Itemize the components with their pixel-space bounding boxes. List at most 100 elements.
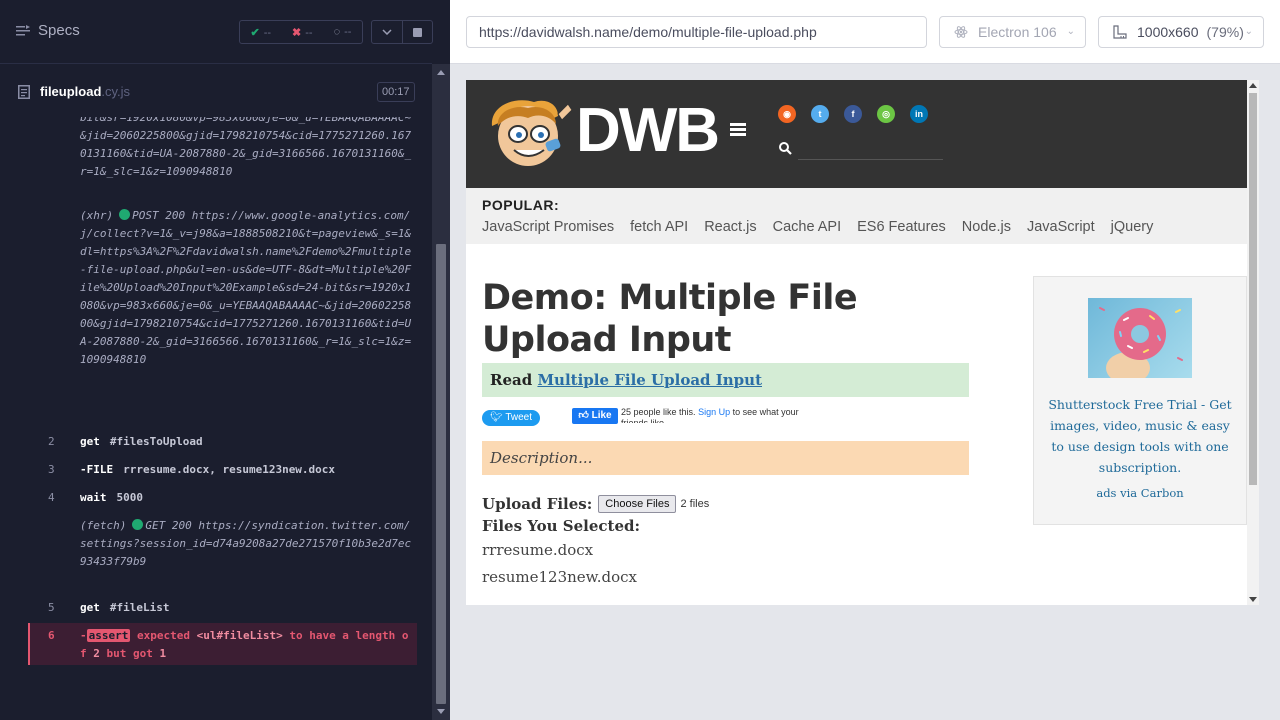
linkedin-icon[interactable]: in [910, 105, 928, 123]
browser-label: Electron 106 [978, 24, 1057, 40]
spec-runnable[interactable]: fileupload.cy.js 00:17 [0, 65, 432, 120]
files-selected-label: Files You Selected: [482, 517, 641, 535]
like-signup-link[interactable]: Sign Up [698, 407, 730, 417]
pending-icon: ◌ [333, 26, 341, 38]
command-number: 4 [48, 491, 55, 504]
passed-stat: ✔ -- [251, 26, 272, 39]
popular-link[interactable]: JavaScript Promises [482, 219, 614, 235]
scroll-down-icon[interactable] [1249, 597, 1257, 602]
github-icon[interactable]: ◎ [877, 105, 895, 123]
command-wait[interactable]: 4 wait 5000 [28, 489, 417, 507]
status-dot-icon [132, 519, 144, 530]
xhr-status: POST 200 [132, 209, 186, 222]
xhr-type: (xhr) [80, 209, 114, 222]
command-method: get #fileList [80, 601, 170, 614]
stop-icon [412, 27, 422, 37]
specs-button[interactable]: Specs [16, 22, 80, 39]
page-scrollbar[interactable] [1247, 80, 1259, 605]
tweet-button[interactable]: 🐦︎ Tweet [482, 410, 540, 426]
search-icon[interactable] [779, 142, 792, 155]
command-number: 2 [48, 435, 55, 448]
spec-name: fileupload.cy.js [40, 84, 130, 99]
reporter-header: Specs ✔ -- ✖ -- ◌ -- [0, 0, 433, 64]
failed-count: -- [305, 26, 313, 39]
expand-button[interactable] [372, 21, 402, 43]
like-label: Like [591, 410, 612, 421]
site-header: DWB ◉ t f ◎ in [466, 80, 1247, 188]
viewport-zoom: (79%) [1206, 24, 1244, 40]
popular-label: POPULAR: [482, 197, 560, 213]
tweet-label: Tweet [505, 412, 532, 423]
ad-image[interactable] [1088, 298, 1192, 378]
logo-caricature-icon[interactable] [484, 96, 576, 170]
command-arg: #filesToUpload [109, 435, 203, 448]
scrollbar-thumb[interactable] [1249, 93, 1257, 485]
command-get-filelist[interactable]: 5 get #fileList [28, 599, 417, 617]
url-bar[interactable]: https://davidwalsh.name/demo/multiple-fi… [466, 16, 927, 48]
scroll-up-icon[interactable] [1249, 83, 1257, 88]
fetch-message: (fetch) GET 200 https://syndication.twitt… [80, 517, 415, 571]
read-article-link[interactable]: Multiple File Upload Input [537, 371, 762, 389]
popular-link[interactable]: jQuery [1111, 219, 1154, 235]
pending-stat: ◌ -- [334, 26, 352, 38]
popular-link[interactable]: Cache API [773, 219, 842, 235]
scrollbar-thumb[interactable] [436, 244, 446, 704]
search-input[interactable] [798, 159, 943, 160]
fetch-url: https://syndication.twitter.com/settings… [80, 519, 412, 568]
facebook-like-button[interactable]: 👍︎ Like [572, 408, 618, 424]
list-item: rrresume.docx [482, 541, 594, 559]
ad-via-link[interactable]: ads via Carbon [1034, 486, 1246, 500]
command-xhr[interactable]: (xhr) POST 200 https://www.google-analyti… [28, 207, 417, 425]
carbon-ad[interactable]: Shutterstock Free Trial - Get images, vi… [1033, 276, 1247, 525]
main-content: Demo: Multiple File Upload Input Read Mu… [482, 277, 969, 591]
command-overflow[interactable]: bit&sr=1920x1080&vp=983x660&je=0&_u=YEBA… [28, 117, 417, 199]
popular-links: JavaScript Promises fetch API React.js C… [482, 219, 1153, 235]
ad-text[interactable]: Shutterstock Free Trial - Get images, vi… [1042, 394, 1238, 478]
command-file[interactable]: 3 -FILE rrresume.docx, resume123new.docx [28, 461, 417, 479]
scroll-up-icon[interactable] [437, 70, 445, 75]
reporter-scrollbar[interactable] [432, 64, 450, 720]
command-fetch[interactable]: (fetch) GET 200 https://syndication.twitt… [28, 517, 417, 591]
xhr-url: https://www.google-analytics.com/j/colle… [80, 209, 412, 366]
rss-icon[interactable]: ◉ [778, 105, 796, 123]
command-method: -FILE rrresume.docx, resume123new.docx [80, 463, 336, 476]
command-method: get #filesToUpload [80, 435, 203, 448]
choose-files-button[interactable]: Choose Files [598, 495, 677, 513]
upload-label: Upload Files: [482, 495, 593, 513]
command-assert-failed[interactable]: 6 - assert expected <ul#fileList> to have… [28, 623, 417, 665]
twitter-icon[interactable]: t [811, 105, 829, 123]
popular-link[interactable]: fetch API [630, 219, 688, 235]
scroll-down-icon[interactable] [437, 709, 445, 714]
popular-link[interactable]: React.js [704, 219, 756, 235]
popular-link[interactable]: JavaScript [1027, 219, 1095, 235]
check-icon: ✔ [250, 26, 260, 39]
spec-filename: fileupload [40, 84, 102, 99]
pending-count: -- [344, 26, 352, 38]
assert-badge: assert [86, 629, 131, 642]
popular-link[interactable]: ES6 Features [857, 219, 946, 235]
thumbs-up-icon: 👍︎ [578, 410, 589, 421]
document-icon [18, 85, 30, 99]
command-get[interactable]: 2 get #filesToUpload [28, 433, 417, 451]
electron-icon [954, 26, 968, 38]
command-number: 3 [48, 463, 55, 476]
facebook-icon[interactable]: f [844, 105, 862, 123]
upload-row: Upload Files: Choose Files 2 files [482, 495, 969, 513]
site-logo-text[interactable]: DWB [576, 95, 720, 166]
command-arg: 5000 [116, 491, 144, 504]
ruler-icon [1113, 25, 1127, 39]
description-box: Description... [482, 441, 969, 475]
x-icon: ✖ [292, 26, 302, 39]
viewport-selector[interactable]: 1000x660 (79%) ⌄ [1098, 16, 1264, 48]
browser-selector[interactable]: Electron 106 ⌄ [939, 16, 1086, 48]
stop-button[interactable] [401, 21, 433, 43]
menu-icon[interactable] [730, 123, 746, 136]
assert-subject: <ul#fileList> [196, 629, 283, 642]
command-arg: #fileList [109, 601, 170, 614]
command-number: 5 [48, 601, 55, 614]
chevron-down-icon: ⌄ [1066, 26, 1075, 37]
twitter-bird-icon: 🐦︎ [490, 412, 503, 423]
chevron-down-icon: ⌄ [1244, 26, 1253, 37]
popular-link[interactable]: Node.js [962, 219, 1011, 235]
app-under-test: DWB ◉ t f ◎ in POPULAR: JavaScript Promi… [466, 80, 1259, 605]
